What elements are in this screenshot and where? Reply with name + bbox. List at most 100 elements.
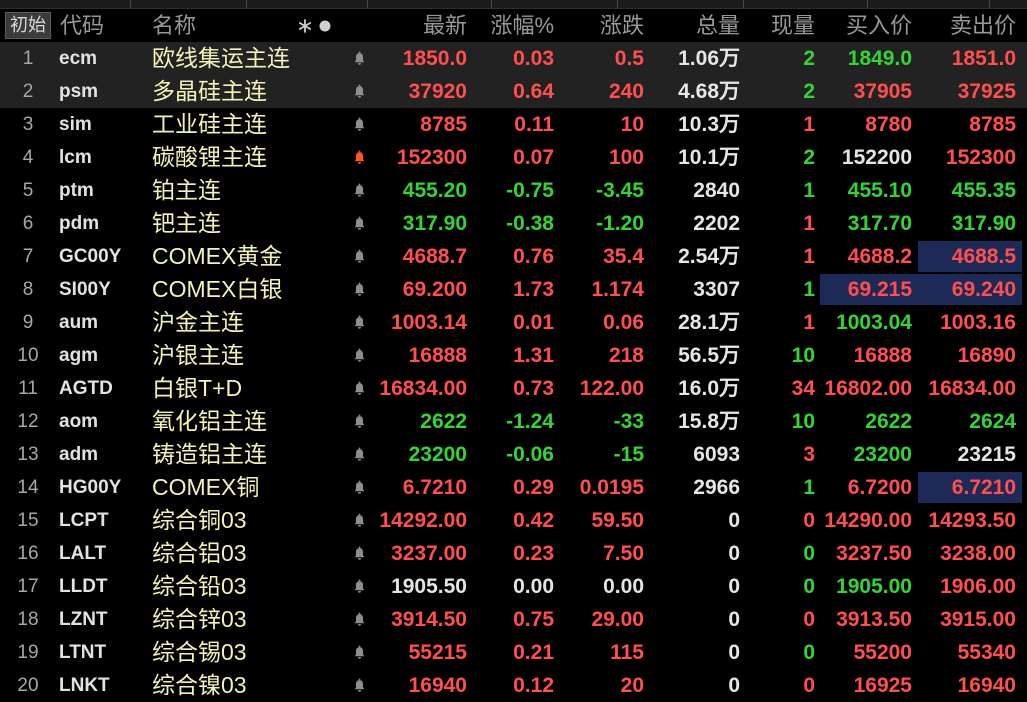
- symbol-name: 钯主连: [152, 210, 221, 236]
- tab[interactable]: [368, 0, 492, 8]
- column-header-change[interactable]: 涨跌: [557, 9, 644, 42]
- price-alert-toggle[interactable]: [348, 405, 370, 438]
- change-percent: 0.76: [513, 245, 554, 268]
- bell-icon: [354, 381, 364, 395]
- quote-row[interactable]: 2 psm 多晶硅主连 37920 0.64 240 4.68万 2 37905 37925: [0, 75, 1027, 108]
- price-alert-toggle[interactable]: [348, 636, 370, 669]
- bell-icon: [354, 513, 364, 527]
- ask-price: 23215: [957, 443, 1016, 466]
- change-amount: 29.00: [591, 608, 644, 631]
- quote-row[interactable]: 1 ecm 欧线集运主连 1850.0 0.03 0.5 1.06万 2 1849.0 1851.…: [0, 42, 1027, 75]
- column-header-code[interactable]: 代码: [60, 9, 104, 42]
- change-amount: 0.0195: [579, 476, 644, 499]
- quote-row[interactable]: 15 LCPT 综合铜03 14292.00 0.42 59.50 0 0 14290.00 14…: [0, 504, 1027, 537]
- column-header-name[interactable]: 名称: [152, 9, 196, 42]
- last-price: 152300: [396, 146, 467, 169]
- change-amount: 115: [610, 641, 644, 664]
- price-alert-toggle[interactable]: [348, 42, 370, 75]
- symbol-name: 沪银主连: [152, 342, 244, 368]
- quote-row[interactable]: 11 AGTD 白银T+D 16834.00 0.73 122.00 16.0万 34 1680…: [0, 372, 1027, 405]
- reset-sort-button[interactable]: 初始: [5, 12, 51, 39]
- price-alert-toggle[interactable]: [348, 75, 370, 108]
- ask-price: 16834.00: [928, 377, 1016, 400]
- symbol-code: LLDT: [59, 576, 108, 597]
- quote-row[interactable]: 8 SI00Y COMEX白银 69.200 1.73 1.174 3307 1 69.215 6…: [0, 273, 1027, 306]
- symbol-name: 氧化铝主连: [152, 408, 267, 434]
- last-price: 14292.00: [379, 509, 467, 532]
- quote-row[interactable]: 6 pdm 钯主连 317.90 -0.38 -1.20 2202 1 317.70 317.90: [0, 207, 1027, 240]
- bell-icon: [354, 282, 364, 296]
- current-volume: 1: [803, 212, 815, 235]
- price-alert-toggle[interactable]: [348, 471, 370, 504]
- quote-row[interactable]: 18 LZNT 综合锌03 3914.50 0.75 29.00 0 0 3913.50 3915…: [0, 603, 1027, 636]
- price-alert-toggle[interactable]: [348, 669, 370, 702]
- price-alert-toggle[interactable]: [348, 438, 370, 471]
- change-amount: 10: [620, 113, 644, 136]
- quote-row[interactable]: 17 LLDT 综合铅03 1905.50 0.00 0.00 0 0 1905.00 1906.…: [0, 570, 1027, 603]
- column-header-current-volume[interactable]: 现量: [743, 9, 815, 42]
- ask-price: 3915.00: [940, 608, 1016, 631]
- symbol-name: 白银T+D: [152, 375, 243, 401]
- quote-row[interactable]: 13 adm 铸造铝主连 23200 -0.06 -15 6093 3 23200 23215: [0, 438, 1027, 471]
- price-alert-toggle[interactable]: [348, 603, 370, 636]
- symbol-name: 综合铅03: [152, 573, 247, 599]
- column-header-bid[interactable]: 买入价: [820, 9, 918, 42]
- row-number: 7: [22, 246, 34, 267]
- quote-row[interactable]: 10 agm 沪银主连 16888 1.31 218 56.5万 10 16888 16890: [0, 339, 1027, 372]
- ask-price: 317.90: [951, 212, 1016, 235]
- column-header-last[interactable]: 最新: [372, 9, 467, 42]
- quote-row[interactable]: 9 aum 沪金主连 1003.14 0.01 0.06 28.1万 1 1003.04 1003…: [0, 306, 1027, 339]
- price-alert-toggle[interactable]: [348, 537, 370, 570]
- bid-price: 37905: [853, 80, 912, 103]
- column-header-volume[interactable]: 总量: [647, 9, 740, 42]
- price-alert-toggle[interactable]: [348, 207, 370, 240]
- last-price: 317.90: [402, 212, 467, 235]
- quote-row[interactable]: 14 HG00Y COMEX铜 6.7210 0.29 0.0195 2966 1 6.7200…: [0, 471, 1027, 504]
- quote-row[interactable]: 19 LTNT 综合锡03 55215 0.21 115 0 0 55200 55340: [0, 636, 1027, 669]
- quote-row[interactable]: 3 sim 工业硅主连 8785 0.11 10 10.3万 1 8780 8785: [0, 108, 1027, 141]
- symbol-name: 铂主连: [152, 177, 221, 203]
- bid-price: 6.7200: [847, 476, 912, 499]
- price-alert-toggle[interactable]: [348, 240, 370, 273]
- bid-price: 1003.04: [836, 311, 912, 334]
- asterisk-dot-icon[interactable]: [296, 9, 334, 42]
- tab[interactable]: [744, 0, 868, 8]
- change-amount: -3.45: [596, 179, 644, 202]
- price-alert-toggle[interactable]: [348, 306, 370, 339]
- current-volume: 0: [803, 575, 815, 598]
- price-alert-toggle[interactable]: [348, 504, 370, 537]
- price-alert-toggle[interactable]: [348, 339, 370, 372]
- price-alert-toggle[interactable]: [348, 273, 370, 306]
- price-alert-toggle[interactable]: [348, 141, 370, 174]
- tab[interactable]: [131, 0, 247, 8]
- quote-row[interactable]: 5 ptm 铂主连 455.20 -0.75 -3.45 2840 1 455.10 455.35: [0, 174, 1027, 207]
- row-number: 12: [17, 411, 39, 432]
- total-volume: 0: [728, 608, 740, 631]
- ask-price: 37925: [957, 80, 1016, 103]
- price-alert-toggle[interactable]: [348, 108, 370, 141]
- row-number: 6: [22, 213, 34, 234]
- change-percent: 1.73: [513, 278, 554, 301]
- quote-row[interactable]: 20 LNKT 综合镍03 16940 0.12 20 0 0 16925 16940: [0, 669, 1027, 702]
- tab[interactable]: [618, 0, 744, 8]
- change-percent: 0.75: [513, 608, 554, 631]
- price-alert-toggle[interactable]: [348, 174, 370, 207]
- tab[interactable]: [868, 0, 990, 8]
- tab[interactable]: [492, 0, 618, 8]
- row-number: 15: [17, 510, 39, 531]
- quote-row[interactable]: 7 GC00Y COMEX黄金 4688.7 0.76 35.4 2.54万 1 4688.2 4…: [0, 240, 1027, 273]
- current-volume: 0: [803, 608, 815, 631]
- price-alert-toggle[interactable]: [348, 372, 370, 405]
- bid-price: 55200: [853, 641, 912, 664]
- quote-row[interactable]: 16 LALT 综合铝03 3237.00 0.23 7.50 0 0 3237.50 3238.…: [0, 537, 1027, 570]
- tab[interactable]: [247, 0, 368, 8]
- price-alert-toggle[interactable]: [348, 570, 370, 603]
- quote-row[interactable]: 4 lcm 碳酸锂主连 152300 0.07 100 10.1万 2 152200 152300: [0, 141, 1027, 174]
- column-header-change-pct[interactable]: 涨幅%: [470, 9, 554, 42]
- ask-price: 455.35: [951, 179, 1016, 202]
- column-header-ask[interactable]: 卖出价: [918, 9, 1022, 42]
- symbol-code: SI00Y: [59, 279, 111, 300]
- quote-row[interactable]: 12 aom 氧化铝主连 2622 -1.24 -33 15.8万 10 2622 2624: [0, 405, 1027, 438]
- tab[interactable]: [0, 0, 131, 8]
- change-percent: -0.75: [506, 179, 554, 202]
